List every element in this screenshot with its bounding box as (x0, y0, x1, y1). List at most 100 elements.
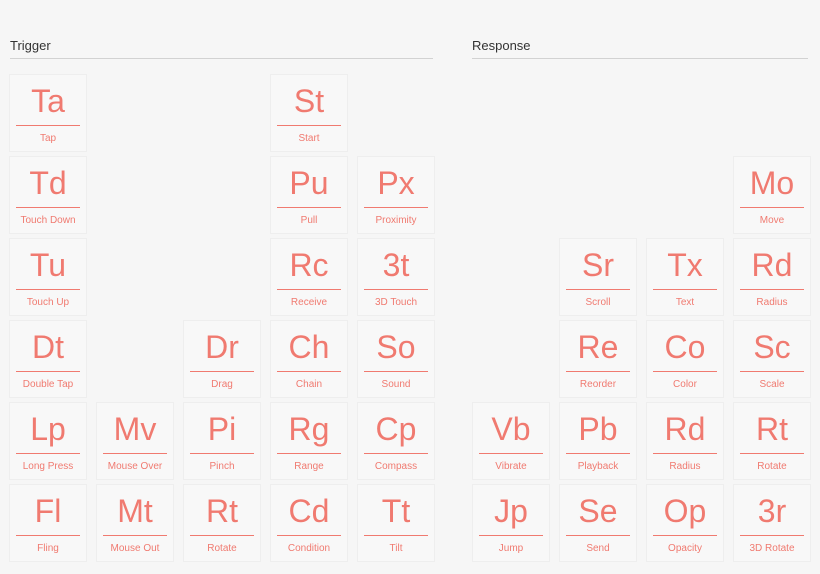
tile-start[interactable]: St Start (271, 75, 347, 151)
tile-divider (740, 207, 804, 208)
tile-divider (277, 207, 341, 208)
tile-divider (103, 535, 167, 536)
tile-symbol: Mo (749, 165, 795, 201)
tile-rotate[interactable]: Rt Rotate (734, 403, 810, 479)
tile-divider (190, 371, 254, 372)
tile-chain[interactable]: Ch Chain (271, 321, 347, 397)
tile-divider (364, 289, 428, 290)
tile-compass[interactable]: Cp Compass (358, 403, 434, 479)
tile-symbol: Px (377, 165, 415, 201)
tile-symbol: Rd (751, 247, 793, 283)
tile-symbol: Rt (756, 411, 788, 447)
tile-symbol: Tx (667, 247, 703, 283)
tile-symbol: Dr (205, 329, 239, 365)
tile-radius[interactable]: Rd Radius (734, 239, 810, 315)
tile-symbol: So (376, 329, 416, 365)
tile-symbol: Mt (117, 493, 153, 529)
tile-symbol: Td (29, 165, 67, 201)
tile-color[interactable]: Co Color (647, 321, 723, 397)
tile-label: 3D Rotate (749, 543, 795, 554)
tile-label: Compass (374, 461, 418, 472)
tile-opacity[interactable]: Op Opacity (647, 485, 723, 561)
tile-label: Scale (759, 379, 785, 390)
tile-symbol: Dt (32, 329, 64, 365)
tile-label: Reorder (579, 379, 617, 390)
tile-label: Playback (577, 461, 619, 472)
tile-divider (277, 535, 341, 536)
tile-pinch[interactable]: Pi Pinch (184, 403, 260, 479)
tile-scale[interactable]: Sc Scale (734, 321, 810, 397)
tile-symbol: Pi (207, 411, 237, 447)
tile-label: Tilt (389, 543, 403, 554)
tile-label: Drag (211, 379, 233, 390)
tile-label: Touch Down (20, 215, 76, 226)
tile-label: Condition (287, 543, 331, 554)
tile-divider (479, 535, 543, 536)
tile-label: Opacity (668, 543, 702, 554)
tile-symbol: Ch (288, 329, 330, 365)
tile-receive[interactable]: Rc Receive (271, 239, 347, 315)
tile-divider (277, 125, 341, 126)
tile-divider (566, 453, 630, 454)
tile-touch-up[interactable]: Tu Touch Up (10, 239, 86, 315)
tile-label: Radius (669, 461, 701, 472)
tile-divider (740, 289, 804, 290)
tile-fling[interactable]: Fl Fling (10, 485, 86, 561)
tile-range[interactable]: Rg Range (271, 403, 347, 479)
tile-symbol: Lp (30, 411, 66, 447)
tile-pull[interactable]: Pu Pull (271, 157, 347, 233)
response-divider (472, 58, 808, 59)
tile-divider (479, 453, 543, 454)
tile-label: Vibrate (495, 461, 527, 472)
tile-sound[interactable]: So Sound (358, 321, 434, 397)
tile-label: Mouse Over (107, 461, 163, 472)
tile-label: 3D Touch (374, 297, 418, 308)
trigger-divider (10, 58, 433, 59)
tile-symbol: Rd (664, 411, 706, 447)
tile-symbol: 3t (382, 247, 410, 283)
tile-symbol: Op (663, 493, 707, 529)
tile-long-press[interactable]: Lp Long Press (10, 403, 86, 479)
tile-divider (16, 289, 80, 290)
tile-label: Fling (37, 543, 59, 554)
tile-divider (103, 453, 167, 454)
tile-text[interactable]: Tx Text (647, 239, 723, 315)
tile-symbol: Ta (31, 83, 65, 119)
tile-reorder[interactable]: Re Reorder (560, 321, 636, 397)
tile-divider (364, 207, 428, 208)
tile-label: Touch Up (26, 297, 70, 308)
tile-jump[interactable]: Jp Jump (473, 485, 549, 561)
tile-divider (16, 125, 80, 126)
tile-vibrate[interactable]: Vb Vibrate (473, 403, 549, 479)
tile-drag[interactable]: Dr Drag (184, 321, 260, 397)
tile-divider (653, 453, 717, 454)
tile-label: Radius (756, 297, 788, 308)
tile-move[interactable]: Mo Move (734, 157, 810, 233)
tile-symbol: Tu (29, 247, 67, 283)
tile-label: Double Tap (22, 379, 74, 390)
tile-3d-rotate[interactable]: 3r 3D Rotate (734, 485, 810, 561)
tile-label: Range (294, 461, 324, 472)
tile-tilt[interactable]: Tt Tilt (358, 485, 434, 561)
tile-divider (190, 453, 254, 454)
tile-scroll[interactable]: Sr Scroll (560, 239, 636, 315)
tile-3d-touch[interactable]: 3t 3D Touch (358, 239, 434, 315)
tile-touch-down[interactable]: Td Touch Down (10, 157, 86, 233)
tile-mouse-out[interactable]: Mt Mouse Out (97, 485, 173, 561)
tile-radius[interactable]: Rd Radius (647, 403, 723, 479)
tile-mouse-over[interactable]: Mv Mouse Over (97, 403, 173, 479)
tile-condition[interactable]: Cd Condition (271, 485, 347, 561)
tile-rotate[interactable]: Rt Rotate (184, 485, 260, 561)
trigger-section-title: Trigger (10, 38, 51, 53)
tile-label: Scroll (585, 297, 611, 308)
tile-tap[interactable]: Ta Tap (10, 75, 86, 151)
tile-label: Send (586, 543, 610, 554)
tile-proximity[interactable]: Px Proximity (358, 157, 434, 233)
tile-divider (740, 371, 804, 372)
tile-divider (16, 535, 80, 536)
tile-send[interactable]: Se Send (560, 485, 636, 561)
tile-label: Pinch (209, 461, 235, 472)
tile-double-tap[interactable]: Dt Double Tap (10, 321, 86, 397)
tile-label: Rotate (757, 461, 787, 472)
tile-playback[interactable]: Pb Playback (560, 403, 636, 479)
